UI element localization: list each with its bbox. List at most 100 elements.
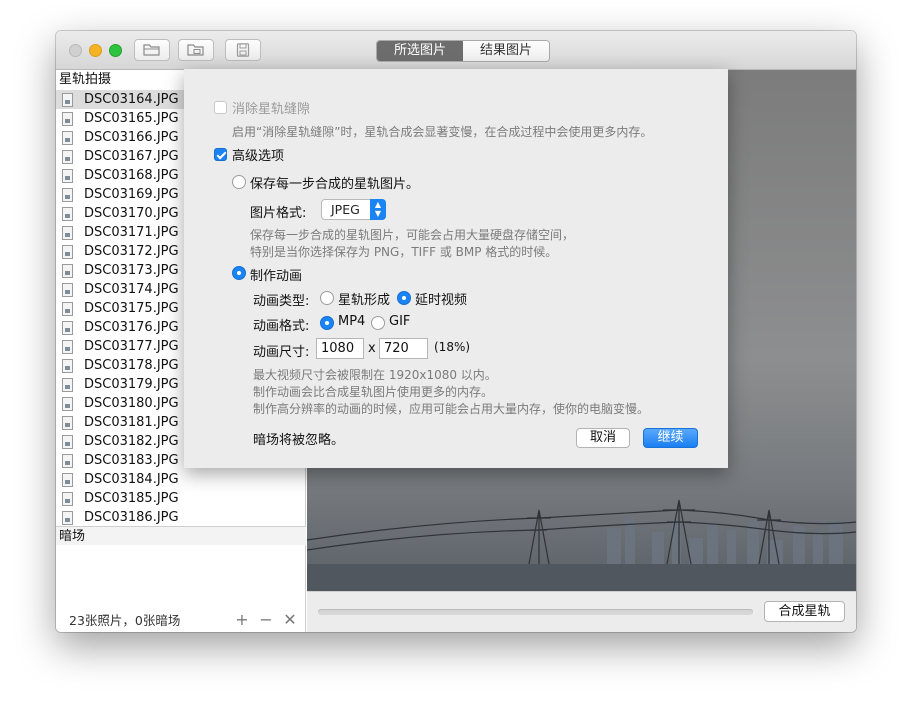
titlebar: 所选图片 结果图片: [56, 31, 856, 70]
file-name: DSC03181.JPG: [84, 415, 179, 430]
bottom-bar: 合成星轨: [307, 591, 856, 632]
image-file-icon: [62, 472, 73, 487]
file-name: DSC03167.JPG: [84, 149, 179, 164]
gap-fill-note: 启用“消除星轨缝隙”时，星轨合成会显著变慢，在合成过程中会使用更多内存。: [232, 125, 653, 139]
file-name: DSC03183.JPG: [84, 453, 179, 468]
anim-format-mp4-radio[interactable]: [320, 316, 334, 330]
close-window-button[interactable]: [69, 44, 82, 57]
animation-label: 制作动画: [250, 269, 303, 284]
file-name: DSC03184.JPG: [84, 472, 179, 487]
save-steps-label: 保存每一步合成的星轨图片。: [250, 177, 420, 192]
image-file-icon: [62, 130, 73, 145]
list-item[interactable]: DSC03186.JPG: [56, 508, 306, 527]
file-name: DSC03179.JPG: [84, 377, 179, 392]
progress-bar: [318, 609, 753, 615]
output-folder-button[interactable]: [178, 39, 214, 61]
image-file-icon: [62, 263, 73, 278]
zoom-window-button[interactable]: [109, 44, 122, 57]
file-name: DSC03171.JPG: [84, 225, 179, 240]
app-window: 所选图片 结果图片 星轨拍摄 DSC03164.JPG DSC03165.JPG D…: [56, 31, 856, 632]
anim-type-startrails-label: 星轨形成: [338, 293, 391, 308]
file-name: DSC03180.JPG: [84, 396, 179, 411]
anim-type-label: 动画类型:: [253, 294, 310, 309]
file-name: DSC03174.JPG: [84, 282, 179, 297]
list-item[interactable]: DSC03185.JPG: [56, 489, 306, 508]
image-file-icon: [62, 320, 73, 335]
image-file-icon: [62, 168, 73, 183]
anim-type-timelapse-radio[interactable]: [397, 291, 411, 305]
file-name: DSC03182.JPG: [84, 434, 179, 449]
anim-format-label: 动画格式:: [253, 319, 310, 334]
image-file-icon: [62, 282, 73, 297]
file-name: DSC03177.JPG: [84, 339, 179, 354]
add-icon[interactable]: +: [230, 610, 254, 629]
save-steps-radio[interactable]: [232, 175, 246, 189]
anim-note-line3: 制作高分辨率的动画的时候，应用可能会占用大量内存，使你的电脑变慢。: [253, 402, 650, 416]
image-file-icon: [62, 149, 73, 164]
file-name: DSC03172.JPG: [84, 244, 179, 259]
image-file-icon: [62, 491, 73, 506]
tab-result-images[interactable]: 结果图片: [463, 41, 549, 61]
darks-ignored-text: 暗场将被忽略。: [253, 433, 345, 448]
anim-type-startrails-radio[interactable]: [320, 291, 334, 305]
image-file-icon: [62, 206, 73, 221]
tab-selected-images[interactable]: 所选图片: [377, 41, 463, 61]
anim-type-timelapse-label: 延时视频: [415, 293, 468, 308]
anim-format-gif-radio[interactable]: [371, 316, 385, 330]
sidebar-footer: 23张照片，0张暗场 + − ✕: [56, 606, 306, 632]
size-separator: x: [368, 341, 376, 356]
image-file-icon: [62, 92, 73, 107]
file-name: DSC03175.JPG: [84, 301, 179, 316]
anim-format-mp4-label: MP4: [338, 314, 366, 329]
image-file-icon: [62, 396, 73, 411]
options-sheet: 消除星轨缝隙 启用“消除星轨缝隙”时，星轨合成会显著变慢，在合成过程中会使用更多…: [184, 69, 728, 468]
anim-width-input[interactable]: 1080: [316, 338, 364, 359]
output-folder-icon: [187, 44, 204, 56]
gap-fill-label: 消除星轨缝隙: [232, 102, 311, 117]
image-file-icon: [62, 225, 73, 240]
save-note-line1: 保存每一步合成的星轨图片，可能会占用大量硬盘存储空间，: [250, 228, 575, 242]
advanced-label: 高级选项: [232, 149, 285, 164]
image-file-icon: [62, 358, 73, 373]
file-name: DSC03166.JPG: [84, 130, 179, 145]
save-icon: [236, 43, 250, 57]
file-name: DSC03173.JPG: [84, 263, 179, 278]
image-format-value: JPEG: [331, 202, 360, 217]
file-name: DSC03170.JPG: [84, 206, 179, 221]
file-name: DSC03176.JPG: [84, 320, 179, 335]
anim-note-line2: 制作动画会比合成星轨图片使用更多的内存。: [253, 385, 494, 399]
open-folder-button[interactable]: [134, 39, 170, 61]
image-format-select[interactable]: JPEG ▲ ▼: [321, 199, 386, 220]
clear-icon[interactable]: ✕: [278, 610, 302, 629]
file-name: DSC03164.JPG: [84, 92, 179, 107]
stepper-arrows-icon: ▲ ▼: [370, 199, 386, 220]
image-file-icon: [62, 111, 73, 126]
image-file-icon: [62, 301, 73, 316]
image-format-label: 图片格式:: [250, 206, 307, 221]
save-button[interactable]: [225, 39, 261, 61]
minimize-window-button[interactable]: [89, 44, 102, 57]
image-file-icon: [62, 510, 73, 525]
list-item[interactable]: DSC03184.JPG: [56, 470, 306, 489]
file-name: DSC03178.JPG: [84, 358, 179, 373]
image-file-icon: [62, 244, 73, 259]
gap-fill-checkbox[interactable]: [214, 101, 227, 114]
file-name: DSC03165.JPG: [84, 111, 179, 126]
continue-button[interactable]: 继续: [643, 428, 698, 448]
stack-button[interactable]: 合成星轨: [764, 601, 845, 622]
animation-radio[interactable]: [232, 266, 246, 280]
anim-format-gif-label: GIF: [389, 314, 411, 329]
file-name: DSC03168.JPG: [84, 168, 179, 183]
anim-note-line1: 最大视频尺寸会被限制在 1920x1080 以内。: [253, 368, 497, 382]
image-file-icon: [62, 377, 73, 392]
anim-size-label: 动画尺寸:: [253, 345, 310, 360]
remove-icon[interactable]: −: [254, 610, 278, 629]
cancel-button[interactable]: 取消: [576, 428, 630, 448]
darks-section-header: 暗场: [56, 526, 306, 545]
anim-height-input[interactable]: 720: [379, 338, 428, 359]
image-file-icon: [62, 187, 73, 202]
advanced-checkbox[interactable]: [214, 148, 227, 161]
image-file-icon: [62, 339, 73, 354]
file-name: DSC03169.JPG: [84, 187, 179, 202]
image-file-icon: [62, 415, 73, 430]
